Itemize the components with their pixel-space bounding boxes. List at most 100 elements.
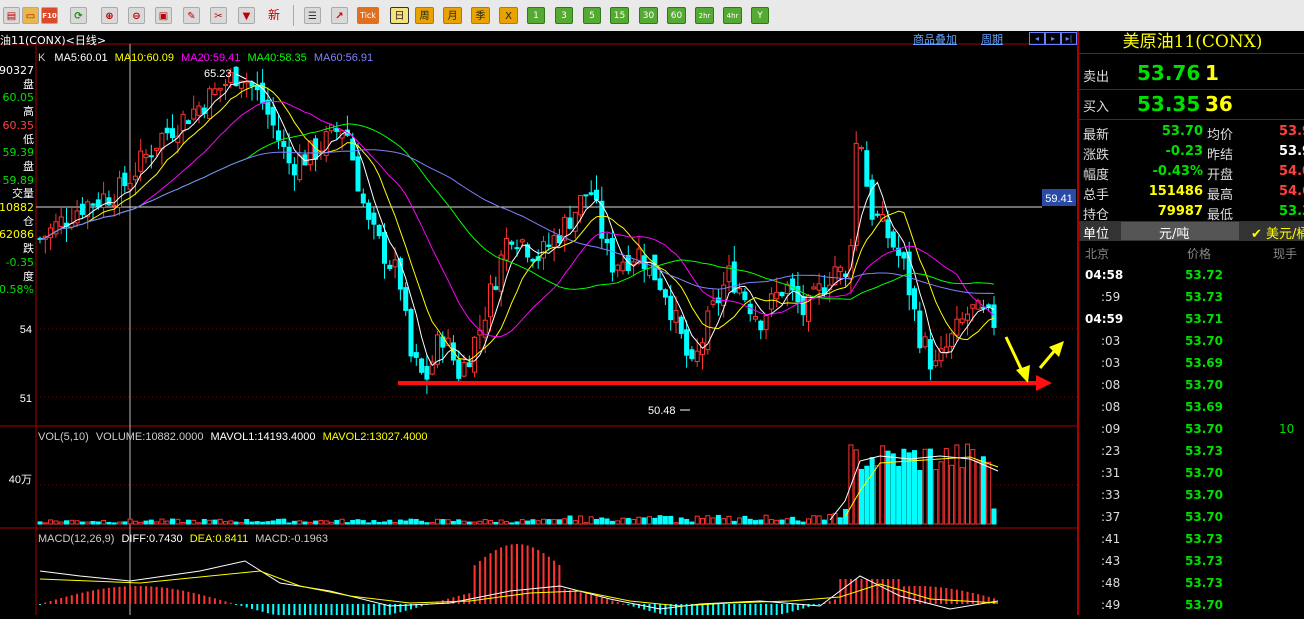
tick-price: 53.71: [1185, 312, 1223, 326]
volume-bar: [265, 521, 271, 525]
period-quarter[interactable]: 季: [471, 7, 490, 24]
tick-time: :48: [1101, 576, 1121, 590]
period-x[interactable]: X: [499, 7, 518, 24]
refresh-icon[interactable]: ⟳: [70, 7, 87, 24]
nav-right-icon[interactable]: ▸: [1045, 32, 1061, 45]
candle-body: [546, 244, 552, 248]
volume-bar: [477, 520, 483, 525]
left-info-item: 90327: [0, 64, 34, 77]
price-tick-54: 54: [20, 324, 32, 336]
period-year[interactable]: Y: [751, 7, 769, 24]
tick-time: :37: [1101, 510, 1121, 524]
volume-bar: [360, 520, 366, 525]
period-30[interactable]: 30: [639, 7, 658, 24]
candle-body: [753, 316, 758, 320]
page-icon[interactable]: ▤: [3, 7, 20, 24]
macd-bar: [977, 594, 980, 604]
volume-bar: [811, 515, 817, 525]
cycle-link[interactable]: 周期: [981, 31, 1003, 47]
volume-bar: [567, 515, 573, 525]
volume-bar: [85, 521, 91, 525]
macd-bar: [712, 604, 715, 619]
period-week[interactable]: 周: [415, 7, 434, 24]
left-info-item: 交量: [12, 187, 34, 201]
left-info-item: 60.05: [2, 91, 35, 105]
macd-bar: [76, 593, 79, 604]
macd-bar: [728, 604, 730, 619]
nav-left-icon[interactable]: ◂: [1029, 32, 1045, 45]
volume-bar: [185, 519, 191, 525]
volume-bar: [429, 522, 435, 525]
macd-bar: [759, 604, 762, 619]
candle-body: [959, 318, 965, 324]
macd-bar: [924, 586, 927, 604]
volume-bar: [562, 518, 568, 525]
volume-bar: [291, 520, 297, 525]
macd-bar: [945, 588, 948, 604]
volume-bar: [302, 521, 308, 525]
stat-value: 54.0: [1279, 164, 1304, 179]
funnel-icon[interactable]: ▼: [238, 7, 255, 24]
volume-bar: [647, 516, 652, 525]
stat-value: 53.9: [1279, 144, 1304, 159]
period-2hr[interactable]: 2hr: [695, 7, 714, 24]
volume-bar: [864, 465, 870, 525]
tick-price: 53.70: [1185, 422, 1223, 436]
volume-bar: [493, 521, 499, 525]
zoom-out-icon[interactable]: ⊖: [128, 7, 145, 24]
volume-bar: [392, 522, 398, 525]
unit-usd-tab[interactable]: ✔ 美元/桶: [1251, 223, 1304, 242]
stat-value: -0.23: [1165, 144, 1203, 159]
candle-body: [864, 150, 870, 187]
volume-bar: [747, 518, 753, 525]
candle-body: [424, 365, 430, 380]
period-1[interactable]: 1: [527, 7, 545, 24]
window-icon[interactable]: ▣: [155, 7, 172, 24]
volume-bar: [307, 521, 313, 525]
folder-icon[interactable]: ▭: [22, 7, 39, 24]
list-icon[interactable]: ☰: [304, 7, 321, 24]
candle-body: [413, 352, 419, 358]
macd-bar: [272, 604, 275, 615]
pen-icon[interactable]: ✎: [183, 7, 200, 24]
new-icon[interactable]: 新: [263, 7, 285, 24]
macd-bar: [611, 600, 614, 604]
candle-body: [551, 235, 557, 248]
candle-body: [874, 213, 880, 216]
period-5[interactable]: 5: [583, 7, 601, 24]
volume-bar: [74, 520, 80, 525]
cut-icon[interactable]: ✂: [210, 7, 227, 24]
candle-body: [519, 239, 525, 243]
volume-bar: [949, 464, 955, 525]
kline-icon[interactable]: ↗: [331, 7, 348, 24]
tick-icon[interactable]: Tick: [357, 7, 379, 24]
tick-time: :31: [1101, 466, 1121, 480]
period-month[interactable]: 月: [443, 7, 462, 24]
period-60[interactable]: 60: [667, 7, 686, 24]
candle-body: [170, 128, 175, 139]
kline-chart-area[interactable]: 59.41 65.23 50.48 54 51 40万 K MA5:60.01 …: [0, 31, 1077, 619]
period-3[interactable]: 3: [555, 7, 573, 24]
nav-end-icon[interactable]: ▸|: [1061, 32, 1077, 45]
unit-yuan-tab[interactable]: 元/吨: [1121, 222, 1239, 242]
macd-bar: [569, 590, 571, 604]
stat-label: 最高: [1207, 188, 1234, 203]
macd-bar: [584, 593, 587, 604]
volume-bar: [853, 449, 859, 525]
f10-icon[interactable]: F10: [41, 7, 58, 24]
candle-body: [922, 336, 928, 348]
candle-body: [768, 293, 774, 310]
macd-bar: [245, 604, 248, 608]
macd-bar: [166, 588, 169, 604]
macd-bar: [118, 586, 121, 604]
commodity-overlay-link[interactable]: 商品叠加: [913, 31, 957, 47]
macd-bar: [282, 604, 285, 617]
period-4hr[interactable]: 4hr: [723, 7, 742, 24]
period-15[interactable]: 15: [610, 7, 629, 24]
volume-bar: [604, 518, 610, 525]
period-day[interactable]: 日: [390, 7, 409, 24]
tick-price: 53.69: [1185, 400, 1223, 414]
candle-body: [488, 283, 493, 318]
zoom-in-icon[interactable]: ⊕: [101, 7, 118, 24]
macd-bar: [70, 595, 73, 604]
